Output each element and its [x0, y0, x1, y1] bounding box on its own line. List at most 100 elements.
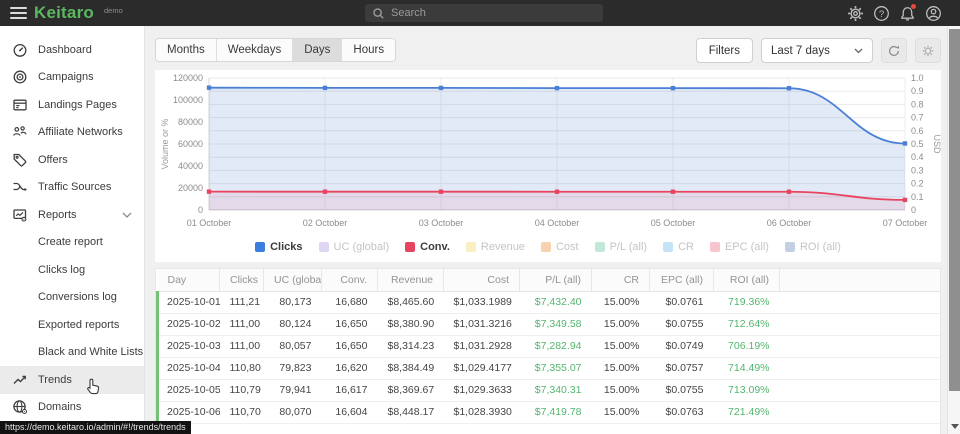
svg-text:80000: 80000: [178, 117, 203, 127]
sidebar-item-landings-pages[interactable]: Landings Pages: [0, 91, 144, 119]
cell-clicks: [220, 423, 264, 434]
legend-swatch: [663, 242, 673, 252]
svg-text:0.5: 0.5: [911, 139, 924, 149]
col-roi-all[interactable]: ROI (all): [714, 269, 780, 291]
trends-table: Day Clicks UC (global) Conv. Revenue Cos…: [155, 268, 941, 434]
sidebar-item-clicks-log[interactable]: Clicks log: [0, 256, 144, 284]
table-row[interactable]: [158, 423, 941, 434]
table-row[interactable]: 2025-10-01 111,21 80,173 16,680 $8,465.6…: [158, 291, 941, 313]
legend-item[interactable]: EPC (all): [710, 241, 769, 253]
tab-weekdays[interactable]: Weekdays: [216, 39, 292, 61]
period-tabs: Months Weekdays Days Hours: [155, 38, 396, 62]
col-conv[interactable]: Conv.: [322, 269, 378, 291]
col-clicks[interactable]: Clicks: [220, 269, 264, 291]
menu-toggle-icon[interactable]: [10, 7, 27, 19]
legend-item[interactable]: ROI (all): [785, 241, 841, 253]
cell-conv: 16,680: [322, 291, 378, 313]
col-pl-all[interactable]: P/L (all): [520, 269, 592, 291]
sidebar-item-black-white-lists[interactable]: Black and White Lists: [0, 339, 144, 367]
sidebar-item-exported-reports[interactable]: Exported reports: [0, 311, 144, 339]
legend-item[interactable]: Conv.: [405, 241, 450, 253]
legend-item[interactable]: Revenue: [466, 241, 525, 253]
svg-text:100000: 100000: [173, 95, 203, 105]
col-cr[interactable]: CR: [592, 269, 650, 291]
table-row[interactable]: 2025-10-05 110,79 79,941 16,617 $8,369.6…: [158, 379, 941, 401]
cell-day: 2025-10-03: [158, 335, 220, 357]
cell-pl: $7,355.07: [520, 357, 592, 379]
sidebar-item-trends[interactable]: Trends: [0, 366, 144, 394]
legend-swatch: [710, 242, 720, 252]
svg-text:0.9: 0.9: [911, 86, 924, 96]
tab-months[interactable]: Months: [156, 39, 216, 61]
scrollbar-down-arrow[interactable]: [951, 424, 959, 429]
legend-item[interactable]: Cost: [541, 241, 579, 253]
col-epc-all[interactable]: EPC (all): [650, 269, 714, 291]
sidebar-item-label: Dashboard: [38, 44, 92, 56]
scrollbar-thumb[interactable]: [949, 29, 960, 391]
tab-days[interactable]: Days: [292, 39, 341, 61]
cell-uc-global: [264, 423, 322, 434]
date-range-select[interactable]: Last 7 days: [761, 38, 873, 63]
legend-item[interactable]: UC (global): [319, 241, 390, 253]
svg-text:0.1: 0.1: [911, 192, 924, 202]
search-input[interactable]: [391, 7, 595, 19]
sidebar-item-label: Domains: [38, 401, 81, 413]
legend-item[interactable]: P/L (all): [595, 241, 648, 253]
table-row[interactable]: 2025-10-04 110,80 79,823 16,620 $8,384.4…: [158, 357, 941, 379]
cell-cost: $1,031.3216: [444, 313, 520, 335]
trends-line-chart[interactable]: 00.10.20.30.40.50.60.70.80.91.0020000400…: [155, 70, 941, 234]
svg-text:04 October: 04 October: [535, 218, 580, 228]
sidebar-item-dashboard[interactable]: Dashboard: [0, 36, 144, 64]
app-logo[interactable]: Keitaro: [34, 3, 94, 23]
cell-pl: $7,282.94: [520, 335, 592, 357]
sidebar-item-label: Affiliate Networks: [38, 126, 123, 138]
cell-revenue: $8,448.17: [378, 401, 444, 423]
sidebar-item-campaigns[interactable]: Campaigns: [0, 64, 144, 92]
legend-item[interactable]: CR: [663, 241, 694, 253]
cell-spacer: [780, 291, 941, 313]
sidebar-item-traffic-sources[interactable]: Traffic Sources: [0, 174, 144, 202]
cell-cost: $1,029.3633: [444, 379, 520, 401]
cell-epc: $0.0763: [650, 401, 714, 423]
cell-revenue: $8,369.67: [378, 379, 444, 401]
cell-cost: $1,029.4177: [444, 357, 520, 379]
settings-gear-icon[interactable]: [847, 5, 864, 22]
cell-cr: 15.00%: [592, 357, 650, 379]
help-icon[interactable]: ?: [873, 5, 890, 22]
search-bar[interactable]: [365, 4, 603, 22]
table-row[interactable]: 2025-10-02 111,00 80,124 16,650 $8,380.9…: [158, 313, 941, 335]
table-row[interactable]: 2025-10-03 111,00 80,057 16,650 $8,314.2…: [158, 335, 941, 357]
col-cost[interactable]: Cost: [444, 269, 520, 291]
cell-clicks: 111,21: [220, 291, 264, 313]
cell-uc-global: 80,070: [264, 401, 322, 423]
svg-text:60000: 60000: [178, 139, 203, 149]
sidebar-item-create-report[interactable]: Create report: [0, 229, 144, 257]
chart-legend: Clicks UC (global) Conv. Revenue Cost P/…: [155, 236, 941, 258]
svg-text:0.4: 0.4: [911, 152, 924, 162]
tab-hours[interactable]: Hours: [341, 39, 395, 61]
col-revenue[interactable]: Revenue: [378, 269, 444, 291]
chart-settings-button[interactable]: [915, 38, 941, 63]
table-row[interactable]: 2025-10-06 110,70 80,070 16,604 $8,448.1…: [158, 401, 941, 423]
sidebar-item-domains[interactable]: Domains: [0, 394, 144, 422]
legend-item[interactable]: Clicks: [255, 241, 302, 253]
sidebar-item-label: Traffic Sources: [38, 181, 111, 193]
col-uc-global[interactable]: UC (global): [264, 269, 322, 291]
legend-swatch: [541, 242, 551, 252]
sidebar-item-label: Campaigns: [38, 71, 94, 83]
sidebar-item-offers[interactable]: Offers: [0, 146, 144, 174]
sidebar-item-reports[interactable]: Reports: [0, 201, 144, 229]
notification-dot: [911, 4, 916, 9]
cell-cr: 15.00%: [592, 379, 650, 401]
sidebar-item-conversions-log[interactable]: Conversions log: [0, 284, 144, 312]
cell-roi: 712.64%: [714, 313, 780, 335]
gear-icon: [922, 45, 934, 57]
account-avatar-icon[interactable]: [925, 5, 942, 22]
refresh-button[interactable]: [881, 38, 907, 63]
col-day[interactable]: Day: [158, 269, 220, 291]
svg-text:USD: USD: [932, 134, 941, 154]
filters-button[interactable]: Filters: [696, 38, 753, 63]
notifications-bell-icon[interactable]: [899, 5, 916, 22]
sidebar-item-affiliate-networks[interactable]: Affiliate Networks: [0, 119, 144, 147]
page-scrollbar[interactable]: [947, 26, 960, 434]
